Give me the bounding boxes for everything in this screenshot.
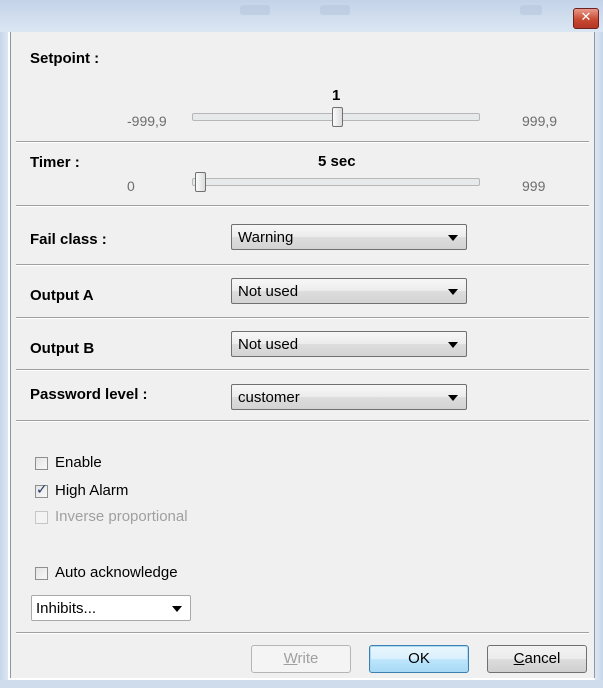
auto-acknowledge-checkbox[interactable] bbox=[35, 567, 48, 580]
divider bbox=[16, 141, 589, 143]
chevron-down-icon bbox=[172, 606, 182, 612]
divider bbox=[16, 420, 589, 422]
window-frame-left bbox=[0, 32, 8, 680]
window-frame-bottom bbox=[0, 680, 603, 688]
output-b-value: Not used bbox=[238, 336, 299, 353]
write-label-rest: rite bbox=[297, 650, 319, 667]
write-mnemonic: W bbox=[283, 650, 298, 667]
inverse-proportional-checkbox bbox=[35, 511, 48, 524]
window-frame-right bbox=[595, 32, 603, 680]
close-icon: ✕ bbox=[580, 10, 592, 25]
setpoint-value: 1 bbox=[332, 87, 341, 104]
timer-label: Timer : bbox=[30, 154, 80, 171]
cancel-button[interactable]: Cancel bbox=[487, 645, 587, 673]
enable-label[interactable]: Enable bbox=[55, 454, 102, 471]
enable-checkbox[interactable] bbox=[35, 457, 48, 470]
setpoint-slider-thumb[interactable] bbox=[332, 107, 344, 127]
cancel-label-rest: ancel bbox=[524, 650, 561, 667]
timer-min: 0 bbox=[127, 178, 135, 194]
title-bar: ✕ bbox=[0, 0, 603, 32]
setpoint-label: Setpoint : bbox=[30, 50, 100, 67]
inverse-proportional-label: Inverse proportional bbox=[55, 508, 188, 525]
divider bbox=[16, 205, 589, 207]
ok-label: OK bbox=[408, 650, 430, 667]
password-level-value: customer bbox=[238, 389, 300, 406]
fail-class-dropdown[interactable]: Warning bbox=[231, 224, 467, 250]
password-level-dropdown[interactable]: customer bbox=[231, 384, 467, 410]
write-button[interactable]: Write bbox=[251, 645, 351, 673]
divider bbox=[16, 632, 589, 634]
inhibits-value: Inhibits... bbox=[36, 600, 97, 617]
timer-max: 999 bbox=[522, 178, 546, 194]
inhibits-dropdown[interactable]: Inhibits... bbox=[31, 595, 191, 621]
title-blur bbox=[240, 5, 270, 15]
checkmark-icon: ✓ bbox=[36, 482, 48, 498]
fail-class-label: Fail class : bbox=[30, 231, 107, 248]
chevron-down-icon bbox=[448, 235, 458, 241]
divider bbox=[16, 317, 589, 319]
divider bbox=[16, 369, 589, 371]
output-b-label: Output B bbox=[30, 340, 95, 357]
fail-class-value: Warning bbox=[238, 229, 294, 246]
timer-value: 5 sec bbox=[318, 153, 356, 170]
timer-slider-thumb[interactable] bbox=[195, 172, 207, 192]
chevron-down-icon bbox=[448, 395, 458, 401]
timer-slider[interactable] bbox=[192, 178, 480, 186]
output-a-value: Not used bbox=[238, 283, 299, 300]
cancel-mnemonic: C bbox=[513, 650, 525, 667]
ok-button[interactable]: OK bbox=[369, 645, 469, 673]
high-alarm-checkbox[interactable]: ✓ bbox=[35, 482, 48, 498]
chevron-down-icon bbox=[448, 342, 458, 348]
divider bbox=[16, 264, 589, 266]
setpoint-max: 999,9 bbox=[522, 113, 558, 129]
chevron-down-icon bbox=[448, 289, 458, 295]
auto-acknowledge-label[interactable]: Auto acknowledge bbox=[55, 564, 178, 581]
output-a-dropdown[interactable]: Not used bbox=[231, 278, 467, 304]
output-a-label: Output A bbox=[30, 287, 94, 304]
password-level-label: Password level : bbox=[30, 386, 148, 403]
title-blur bbox=[320, 5, 350, 15]
title-blur bbox=[520, 5, 542, 15]
close-button[interactable]: ✕ bbox=[573, 8, 599, 29]
output-b-dropdown[interactable]: Not used bbox=[231, 331, 467, 357]
high-alarm-label[interactable]: High Alarm bbox=[55, 482, 128, 499]
setpoint-min: -999,9 bbox=[127, 113, 167, 129]
